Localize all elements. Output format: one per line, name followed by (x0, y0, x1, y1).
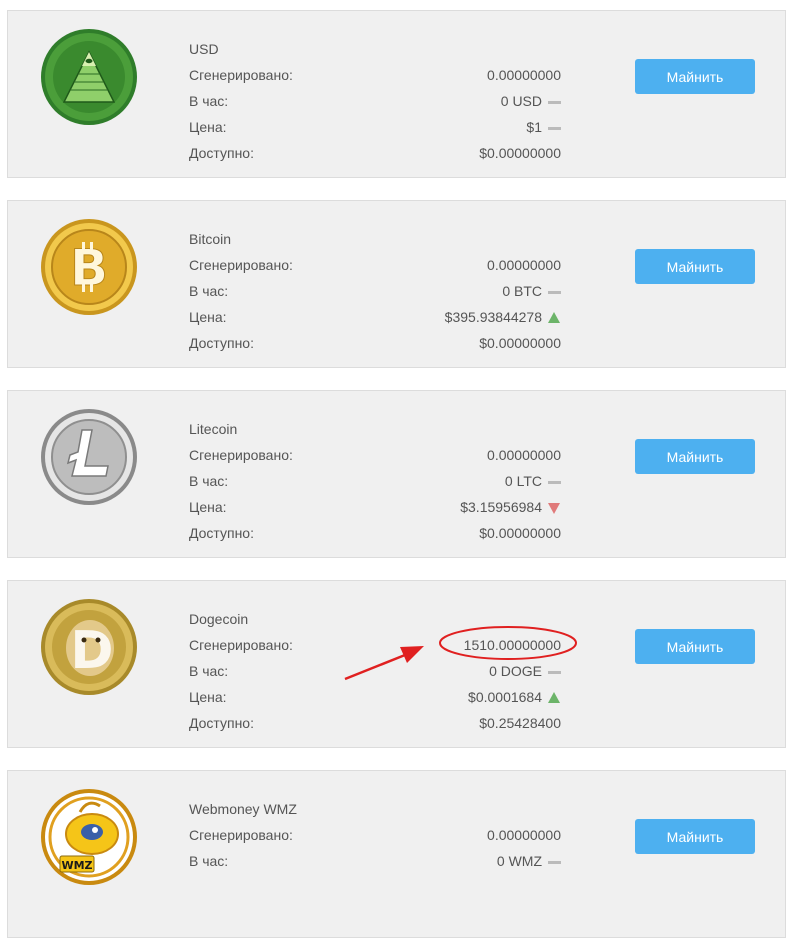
available-label: Доступно: (189, 145, 254, 161)
trend-flat-icon (547, 666, 561, 678)
price-value: $3.15956984 (460, 499, 542, 515)
webmoney-wmz-icon: WMZ (41, 789, 137, 885)
available-value: $0.00000000 (479, 525, 561, 541)
coin-card-litecoin: Litecoin Сгенерировано: 0.00000000 В час… (7, 390, 786, 558)
coin-name: Litecoin (189, 421, 238, 437)
available-value: $0.00000000 (479, 145, 561, 161)
available-label: Доступно: (189, 525, 254, 541)
price-label: Цена: (189, 119, 227, 135)
per-hour-row: В час: 0 USD (189, 93, 561, 119)
trend-flat-icon (547, 122, 561, 134)
trend-down-icon (547, 502, 561, 515)
price-label: Цена: (189, 689, 227, 705)
trend-flat-icon (547, 286, 561, 298)
per-hour-label: В час: (189, 473, 229, 489)
mine-button-webmoney-wmz[interactable]: Майнить (635, 819, 755, 854)
price-value: $0.0001684 (468, 689, 542, 705)
svg-text:WMZ: WMZ (61, 859, 92, 872)
litecoin-icon (41, 409, 137, 505)
mine-button-litecoin[interactable]: Майнить (635, 439, 755, 474)
price-value: $395.93844278 (444, 309, 542, 325)
per-hour-value: 0 USD (500, 93, 542, 109)
coin-card-webmoney-wmz: WMZ Webmoney WMZ Сгенерировано: 0.000000… (7, 770, 786, 938)
per-hour-value: 0 DOGE (489, 663, 542, 679)
price-label: Цена: (189, 499, 227, 515)
trend-up-icon (547, 312, 561, 324)
available-label: Доступно: (189, 335, 254, 351)
svg-text:D: D (70, 621, 113, 681)
generated-value: 1510.00000000 (463, 637, 561, 653)
generated-value: 0.00000000 (487, 827, 561, 843)
generated-label: Сгенерировано: (189, 827, 293, 843)
trend-flat-icon (547, 476, 561, 488)
price-row: Цена: $1 (189, 119, 561, 145)
trend-flat-icon (547, 856, 561, 868)
available-row: Доступно: $0.00000000 (189, 335, 561, 361)
per-hour-value: 0 LTC (504, 473, 542, 489)
coin-name: Bitcoin (189, 231, 232, 247)
dollar-pyramid-icon (41, 29, 137, 125)
price-row: Цена: $395.93844278 (189, 309, 561, 335)
mine-button-bitcoin[interactable]: Майнить (635, 249, 755, 284)
price-row: Цена: $0.0001684 (189, 689, 561, 715)
coin-name: Dogecoin (189, 611, 249, 627)
per-hour-row: В час: 0 BTC (189, 283, 561, 309)
mine-button-usd[interactable]: Майнить (635, 59, 755, 94)
per-hour-label: В час: (189, 283, 229, 299)
per-hour-label: В час: (189, 93, 229, 109)
per-hour-row: В час: 0 DOGE (189, 663, 561, 689)
coin-card-dogecoin: D Dogecoin Сгенерировано: 1510.00000000 … (7, 580, 786, 748)
price-label: Цена: (189, 309, 227, 325)
available-row: Доступно: $0.00000000 (189, 145, 561, 171)
coin-name: USD (189, 41, 219, 57)
generated-value: 0.00000000 (487, 67, 561, 83)
coin-name: Webmoney WMZ (189, 801, 297, 817)
generated-row: Сгенерировано: 0.00000000 (189, 257, 561, 283)
per-hour-label: В час: (189, 663, 229, 679)
trend-flat-icon (547, 96, 561, 108)
dogecoin-icon: D (41, 599, 137, 695)
generated-row: Сгенерировано: 1510.00000000 (189, 637, 561, 663)
generated-label: Сгенерировано: (189, 447, 293, 463)
generated-row: Сгенерировано: 0.00000000 (189, 447, 561, 473)
available-row: Доступно: $0.00000000 (189, 525, 561, 551)
bitcoin-icon: B (41, 219, 137, 315)
per-hour-value: 0 BTC (502, 283, 542, 299)
generated-value: 0.00000000 (487, 257, 561, 273)
generated-label: Сгенерировано: (189, 67, 293, 83)
available-row: Доступно: $0.25428400 (189, 715, 561, 741)
generated-row: Сгенерировано: 0.00000000 (189, 67, 561, 93)
trend-up-icon (547, 692, 561, 704)
per-hour-value: 0 WMZ (496, 853, 542, 869)
available-value: $0.00000000 (479, 335, 561, 351)
svg-text:B: B (70, 239, 108, 297)
generated-label: Сгенерировано: (189, 257, 293, 273)
available-value: $0.25428400 (479, 715, 561, 731)
mine-button-dogecoin[interactable]: Майнить (635, 629, 755, 664)
price-row: Цена: $3.15956984 (189, 499, 561, 525)
per-hour-label: В час: (189, 853, 229, 869)
per-hour-row: В час: 0 WMZ (189, 853, 561, 879)
generated-label: Сгенерировано: (189, 637, 293, 653)
coin-card-usd: USD Сгенерировано: 0.00000000 В час: 0 U… (7, 10, 786, 178)
price-value: $1 (526, 119, 542, 135)
coin-card-bitcoin: B Bitcoin Сгенерировано: 0.00000000 В ча… (7, 200, 786, 368)
generated-value: 0.00000000 (487, 447, 561, 463)
available-label: Доступно: (189, 715, 254, 731)
per-hour-row: В час: 0 LTC (189, 473, 561, 499)
generated-row: Сгенерировано: 0.00000000 (189, 827, 561, 853)
